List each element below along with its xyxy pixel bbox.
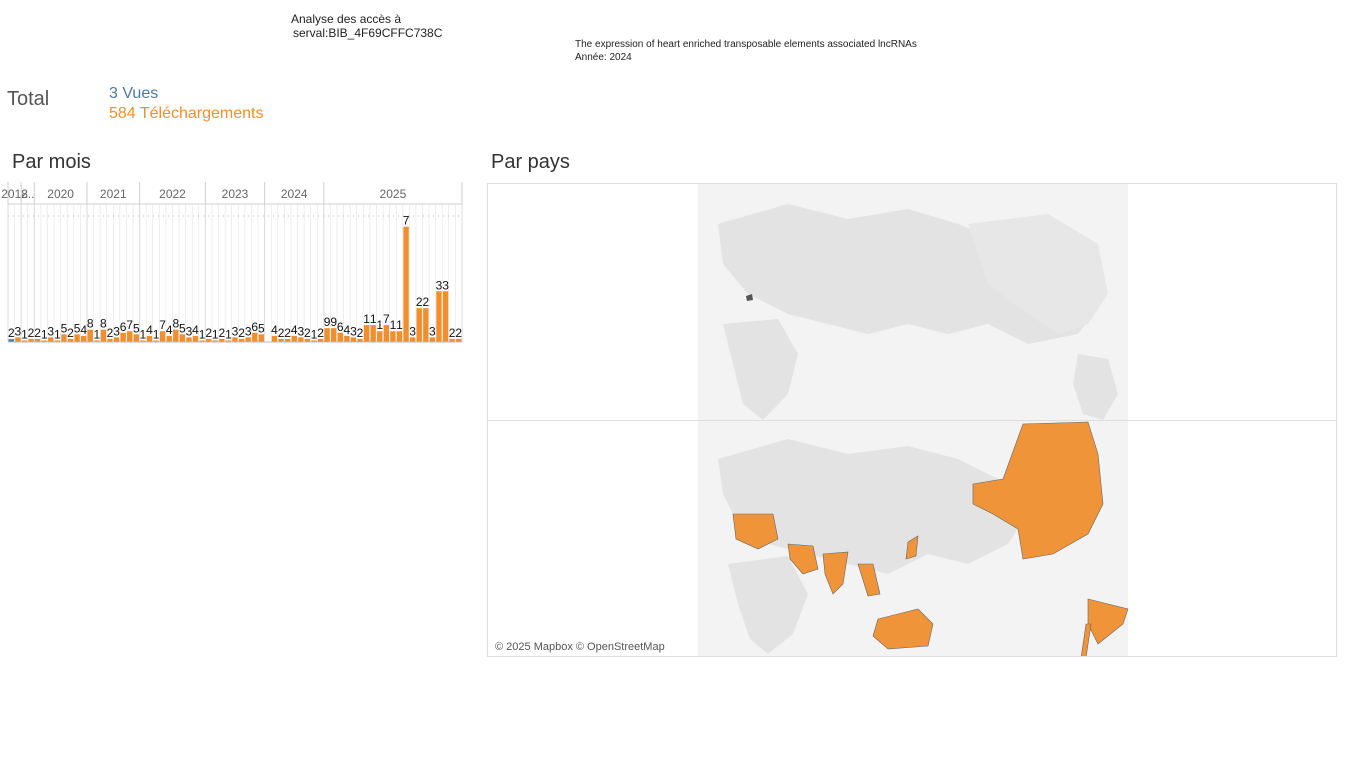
views-map-panel — [698, 184, 1128, 420]
map-divider — [488, 420, 1336, 421]
download-bar — [173, 329, 179, 342]
download-bar — [324, 328, 330, 342]
world-map-svg — [488, 184, 1336, 656]
views-count: 3 Vues — [109, 85, 159, 102]
map-credit: © 2025 Mapbox © OpenStreetMap — [495, 641, 665, 653]
download-bar — [252, 332, 258, 342]
download-bar — [337, 332, 343, 342]
bar-value-label: 3 — [442, 278, 449, 292]
bar-value-label: 5 — [258, 321, 265, 335]
download-bar — [383, 325, 390, 342]
bar-value-label: 2 — [422, 295, 429, 309]
year-header-label: 2.. — [21, 187, 34, 201]
report-title-text: Analyse des accès à — [291, 12, 402, 26]
download-bar — [74, 334, 80, 342]
bar-value-label: 7 — [403, 214, 410, 228]
total-label: Total — [7, 88, 50, 110]
year-header-label: 2023 — [222, 187, 249, 201]
download-bar — [258, 334, 265, 342]
download-bar — [363, 325, 370, 342]
country-map[interactable]: © 2025 Mapbox © OpenStreetMap — [487, 183, 1337, 657]
download-bar — [87, 329, 93, 342]
year-header-label: 2022 — [159, 187, 186, 201]
download-bar — [396, 331, 403, 342]
download-bar — [179, 334, 186, 342]
monthly-chart[interactable]: 20182.. 2020 2021 2022 2023 2024 20252 3 1 2 2 1 3 1 5… — [0, 180, 470, 350]
year-header-label: 2025 — [380, 187, 407, 201]
download-bar — [120, 332, 126, 342]
download-bar — [133, 334, 139, 342]
bar-value-label: 2 — [455, 326, 462, 340]
year-header-label: 2021 — [100, 187, 127, 201]
download-bar — [127, 331, 133, 342]
download-bar — [423, 308, 429, 342]
bar-value-label: 3 — [409, 324, 416, 338]
download-bar — [331, 328, 337, 342]
downloads-count: 584 Téléchargements — [109, 105, 264, 122]
record-id: serval:BIB_4F69CFFC738C — [293, 26, 443, 40]
download-bar — [390, 331, 396, 342]
report-title: Analyse des accès à serval:BIB_4F69CFFC7… — [291, 12, 442, 40]
bar-value-label: 1 — [396, 318, 403, 332]
download-bar — [159, 331, 166, 342]
year-header-label: 2024 — [281, 187, 308, 201]
document-title: The expression of heart enriched transpo… — [575, 39, 917, 50]
by-country-heading: Par pays — [491, 151, 570, 173]
bar-value-label: 3 — [429, 324, 436, 338]
download-bar — [370, 325, 376, 342]
document-info: The expression of heart enriched transpo… — [575, 38, 917, 64]
year-header-label: 2020 — [47, 187, 74, 201]
by-month-heading: Par mois — [12, 151, 91, 173]
document-year: Année: 2024 — [575, 52, 632, 63]
download-bar — [100, 329, 107, 342]
download-bar — [377, 331, 383, 342]
download-bar — [403, 226, 409, 342]
download-bar — [436, 291, 442, 342]
bar-value-label: 2 — [357, 326, 364, 340]
download-bar — [61, 334, 67, 342]
download-bar — [416, 308, 422, 342]
downloads-map-panel — [698, 421, 1129, 656]
download-bar — [442, 291, 449, 342]
